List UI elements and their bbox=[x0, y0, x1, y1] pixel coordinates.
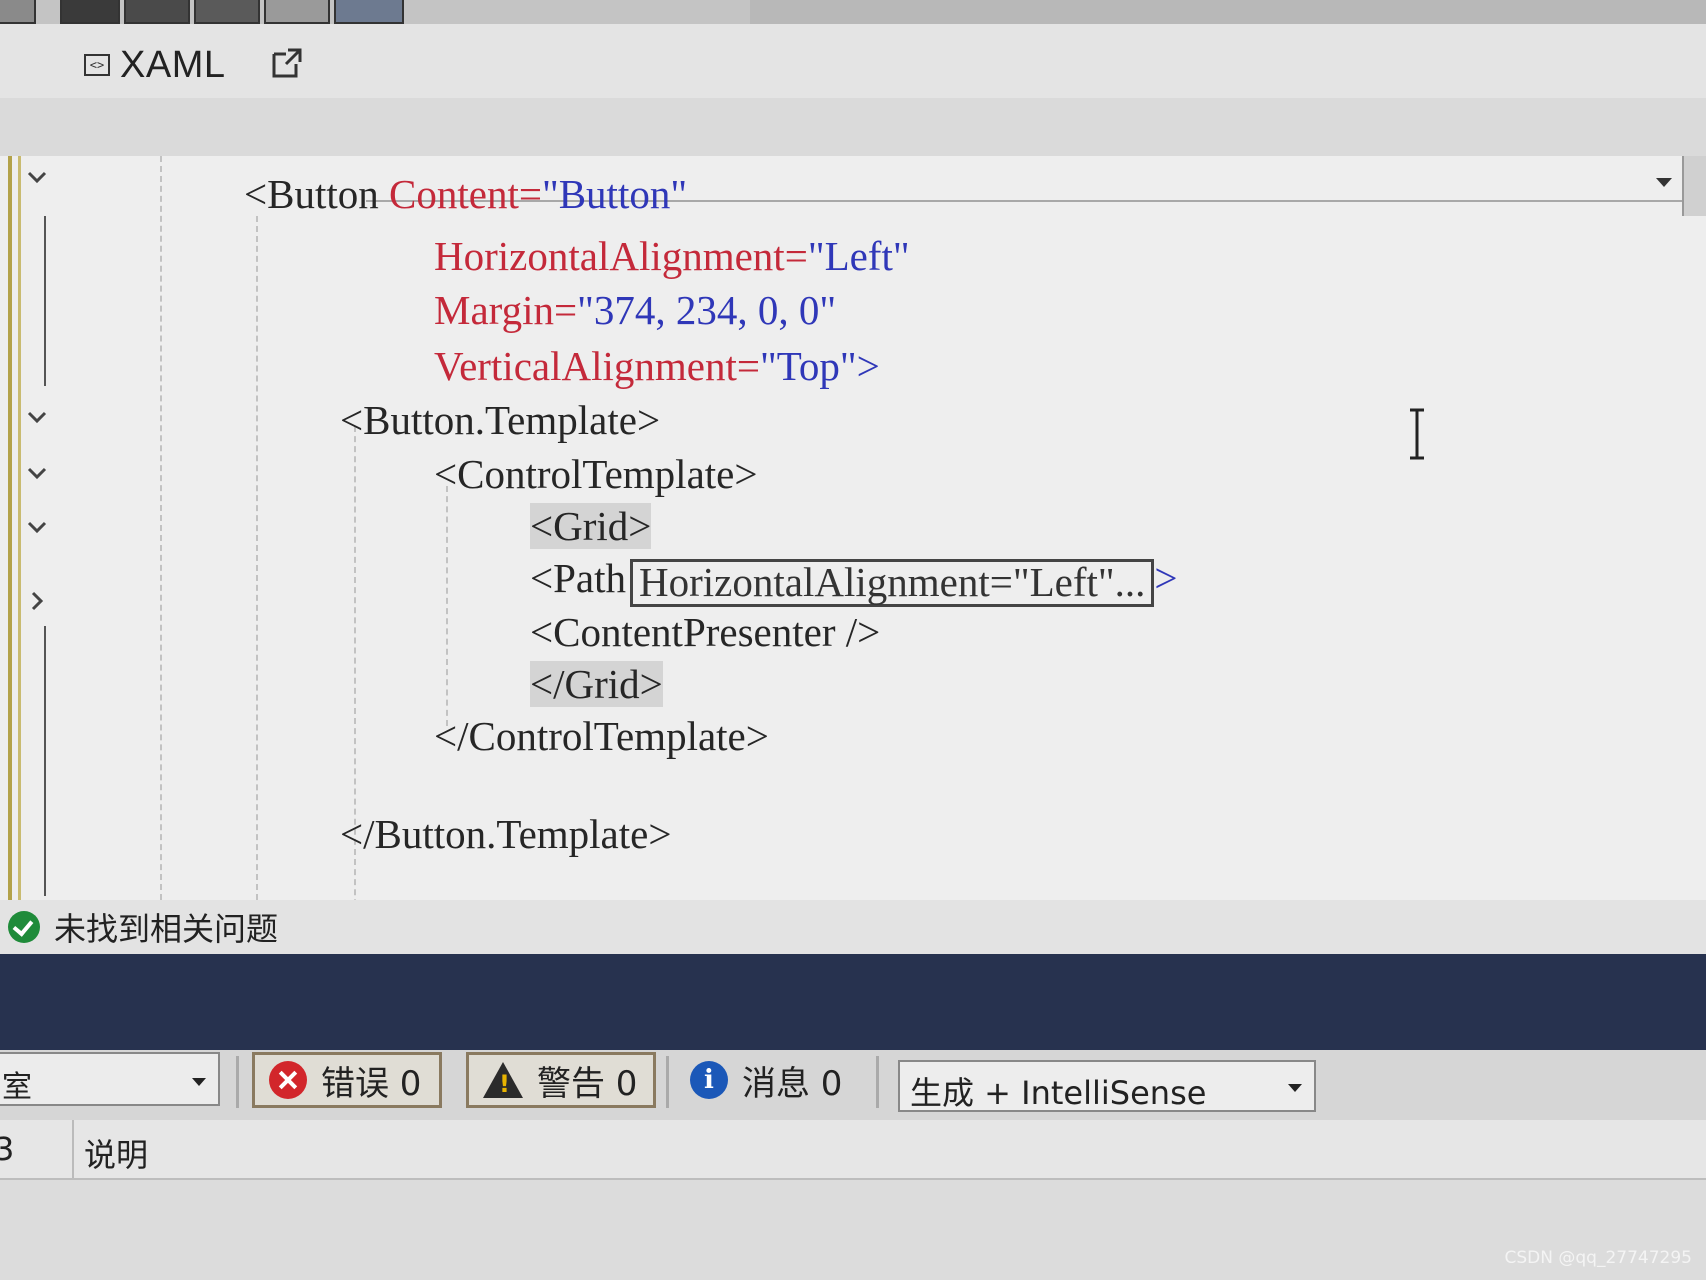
code-line-7[interactable]: <Grid> bbox=[530, 502, 652, 550]
error-list-header: 3 说明 bbox=[0, 1120, 1706, 1180]
messages-filter-label: 消息 0 bbox=[742, 1063, 843, 1104]
toolbar-button[interactable] bbox=[194, 0, 260, 24]
chevron-right-icon bbox=[31, 591, 44, 611]
tab-xaml-label: XAML bbox=[120, 43, 226, 86]
build-source-value: 生成 + IntelliSense bbox=[910, 1074, 1207, 1112]
column-header-code[interactable]: 3 bbox=[0, 1130, 14, 1168]
code-value: "Top" bbox=[759, 343, 857, 389]
code-tag: </ControlTemplate> bbox=[434, 713, 769, 759]
code-attribute: VerticalAlignment= bbox=[434, 343, 760, 389]
chevron-down-icon bbox=[1288, 1084, 1302, 1092]
warnings-filter-label: 警告 0 bbox=[537, 1063, 638, 1104]
fold-guide bbox=[44, 216, 46, 386]
code-editor[interactable]: <Button Content="Button" HorizontalAlign… bbox=[0, 156, 1706, 900]
fold-toggle[interactable] bbox=[26, 462, 48, 484]
chevron-down-icon bbox=[27, 467, 47, 480]
column-header-description[interactable]: 说明 bbox=[84, 1130, 148, 1176]
error-icon bbox=[269, 1061, 307, 1099]
popout-icon[interactable] bbox=[270, 46, 304, 80]
change-tracking-bar bbox=[8, 156, 12, 900]
code-attribute: Margin= bbox=[434, 287, 578, 333]
build-source-dropdown[interactable]: 生成 + IntelliSense bbox=[898, 1060, 1316, 1112]
indent-guide bbox=[160, 156, 162, 900]
code-value: "374, 234, 0, 0" bbox=[577, 287, 837, 333]
collapsed-region[interactable]: HorizontalAlignment="Left"... bbox=[630, 558, 1155, 607]
code-line-9[interactable]: <ContentPresenter /> bbox=[530, 608, 880, 656]
separator bbox=[236, 1056, 239, 1108]
toolbar-button[interactable] bbox=[124, 0, 190, 24]
xaml-icon: <> bbox=[84, 54, 110, 76]
code-line-11[interactable]: </ControlTemplate> bbox=[434, 712, 769, 760]
errors-filter-button[interactable]: 错误 0 bbox=[252, 1052, 442, 1108]
code-tag: <Path bbox=[530, 555, 627, 601]
code-punctuation: > bbox=[1154, 555, 1178, 601]
status-text: 未找到相关问题 bbox=[54, 910, 279, 948]
top-toolbar bbox=[0, 0, 1706, 40]
column-divider[interactable] bbox=[72, 1120, 74, 1178]
text-cursor-icon bbox=[1410, 408, 1424, 460]
scope-dropdown[interactable]: 室 bbox=[0, 1052, 220, 1106]
fold-toggle[interactable] bbox=[26, 516, 48, 538]
code-tag: <Button.Template> bbox=[340, 397, 661, 443]
code-line-4[interactable]: VerticalAlignment="Top"> bbox=[434, 342, 880, 390]
code-line-8[interactable]: <Path HorizontalAlignment="Left"... > bbox=[530, 554, 1177, 607]
check-circle-icon bbox=[8, 911, 40, 943]
panel-title-bar bbox=[0, 954, 1706, 1050]
code-tag: <Button bbox=[244, 171, 379, 217]
fold-guide bbox=[44, 626, 46, 896]
messages-filter-button[interactable]: i 消息 0 bbox=[676, 1052, 866, 1108]
errors-filter-label: 错误 0 bbox=[321, 1063, 422, 1104]
indent-guide bbox=[446, 486, 448, 726]
info-icon: i bbox=[690, 1061, 728, 1099]
split-toggle[interactable] bbox=[1682, 156, 1706, 216]
toolbar-button[interactable] bbox=[334, 0, 404, 24]
code-value: "Left" bbox=[807, 233, 910, 279]
code-tag: </Grid> bbox=[530, 661, 663, 707]
tab-xaml[interactable]: <> XAML bbox=[84, 44, 225, 86]
fold-toggle[interactable] bbox=[26, 590, 48, 612]
code-attribute: HorizontalAlignment= bbox=[434, 233, 808, 279]
code-tag: <Grid> bbox=[530, 503, 652, 549]
code-tag: </Button.Template> bbox=[340, 811, 672, 857]
chevron-down-icon bbox=[27, 171, 47, 184]
error-list-toolbar: 室 错误 0 警告 0 i 消息 0 生成 + IntelliSense bbox=[0, 1050, 1706, 1120]
code-line-6[interactable]: <ControlTemplate> bbox=[434, 450, 757, 498]
chevron-down-icon bbox=[192, 1078, 206, 1086]
warnings-filter-button[interactable]: 警告 0 bbox=[466, 1052, 656, 1108]
separator bbox=[666, 1056, 669, 1108]
scope-dropdown-value: 室 bbox=[2, 1070, 32, 1105]
indent-guide bbox=[256, 216, 258, 900]
code-line-1[interactable]: <Button Content="Button" bbox=[244, 170, 687, 218]
code-attribute: Content= bbox=[389, 171, 542, 217]
change-tracking-bar bbox=[18, 156, 21, 900]
fold-toggle[interactable] bbox=[26, 406, 48, 428]
separator bbox=[876, 1056, 879, 1108]
issues-status: 未找到相关问题 bbox=[0, 900, 1706, 954]
chevron-down-icon bbox=[27, 521, 47, 534]
watermark: CSDN @qq_27747295 bbox=[1504, 1248, 1692, 1268]
toolbar-button[interactable] bbox=[60, 0, 120, 24]
code-line-3[interactable]: Margin="374, 234, 0, 0" bbox=[434, 286, 836, 334]
warning-icon bbox=[483, 1062, 523, 1098]
designer-split-bar bbox=[0, 98, 1706, 156]
code-line-12[interactable]: </Button.Template> bbox=[340, 810, 671, 858]
chevron-down-icon bbox=[27, 411, 47, 424]
code-line-10[interactable]: </Grid> bbox=[530, 660, 663, 708]
chevron-down-icon[interactable] bbox=[1656, 178, 1672, 187]
code-value: "Button" bbox=[541, 171, 688, 217]
code-punctuation: > bbox=[856, 343, 880, 389]
toolbar-button[interactable] bbox=[0, 0, 36, 24]
code-tag: <ContentPresenter /> bbox=[530, 609, 881, 655]
fold-toggle[interactable] bbox=[26, 166, 48, 188]
error-list-body[interactable] bbox=[0, 1180, 1706, 1280]
code-line-2[interactable]: HorizontalAlignment="Left" bbox=[434, 232, 910, 280]
code-line-5[interactable]: <Button.Template> bbox=[340, 396, 660, 444]
code-tag: <ControlTemplate> bbox=[434, 451, 758, 497]
editor-tab-row: <> XAML bbox=[0, 24, 1706, 100]
toolbar-button[interactable] bbox=[264, 0, 330, 24]
